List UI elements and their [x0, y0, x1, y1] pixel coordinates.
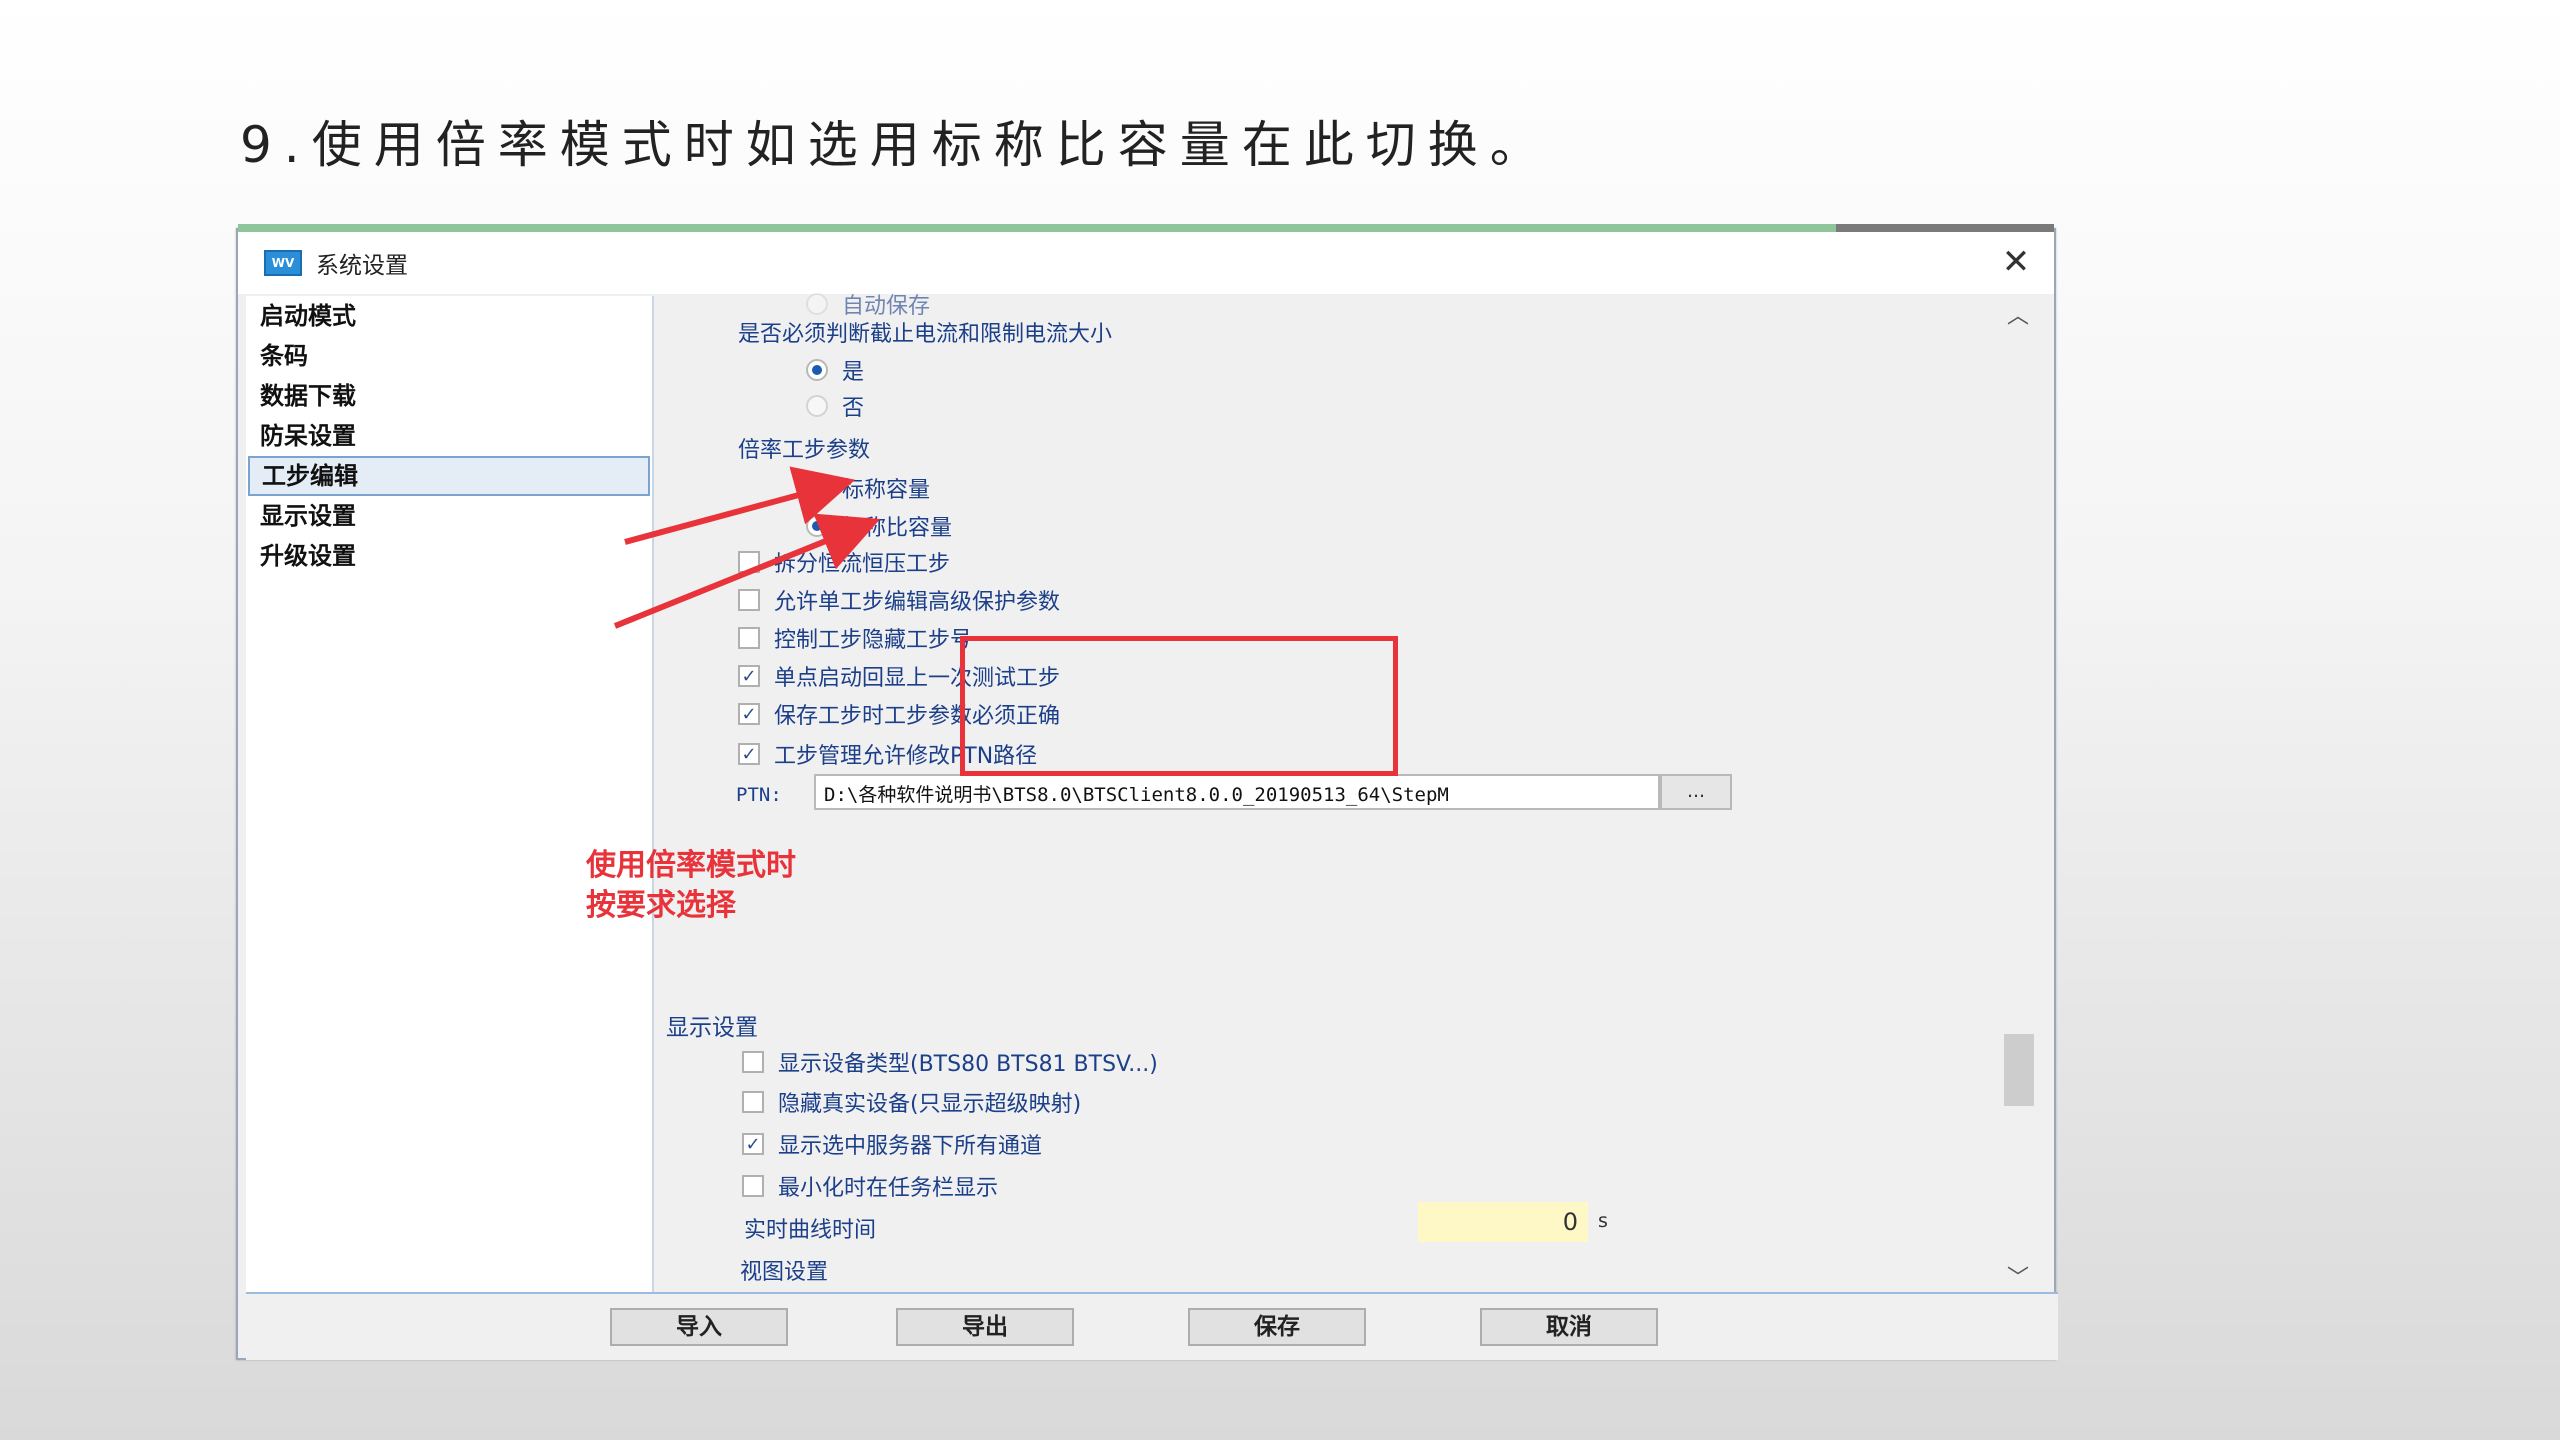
auto-save-radio[interactable]	[806, 293, 828, 315]
content-scrollbar[interactable]: ︿ ﹀	[2000, 296, 2036, 1292]
checkbox-box[interactable]	[738, 551, 760, 573]
window-title: 系统设置	[316, 253, 408, 279]
checkbox-box[interactable]: ✓	[738, 743, 760, 765]
checkbox-box[interactable]: ✓	[738, 665, 760, 687]
checkbox-label: 控制工步隐藏工步号	[774, 628, 973, 653]
save-button[interactable]: 保存	[1188, 1308, 1366, 1346]
rate-step-params-label: 倍率工步参数	[738, 438, 871, 463]
ptn-label: PTN:	[736, 784, 782, 806]
dialog-footer: 导入 导出 保存 取消	[246, 1292, 2058, 1360]
sidebar-item-data-download[interactable]: 数据下载	[248, 376, 650, 416]
cutoff-yes-label: 是	[842, 360, 865, 385]
nominal-capacity-option[interactable]: 标称容量	[806, 472, 930, 504]
close-icon[interactable]: ✕	[1996, 242, 2036, 282]
checkbox-box[interactable]	[742, 1091, 764, 1113]
checkbox-split-cc-cv[interactable]: 拆分恒流恒压工步	[738, 546, 950, 578]
import-button[interactable]: 导入	[610, 1308, 788, 1346]
sidebar-item-barcode[interactable]: 条码	[248, 336, 650, 376]
checkbox-show-device-type[interactable]: 显示设备类型(BTS80 BTS81 BTSV...)	[742, 1046, 1158, 1078]
title-bar: WV 系统设置 ✕	[238, 232, 2054, 294]
red-annotation: 使用倍率模式时 按要求选择	[586, 846, 796, 926]
view-settings-label: 视图设置	[740, 1260, 829, 1285]
sidebar-item-upgrade[interactable]: 升级设置	[248, 536, 650, 576]
settings-content: 自动保存 是否必须判断截止电流和限制电流大小 是 否 倍率工步参数 标称容量 标…	[656, 293, 2036, 1292]
system-settings-window: WV 系统设置 ✕ 启动模式 条码 数据下载 防呆设置 工步编辑 显示设置 升级…	[236, 224, 2058, 1360]
sidebar-item-foolproof[interactable]: 防呆设置	[248, 416, 650, 456]
nominal-capacity-radio[interactable]	[806, 477, 828, 499]
cutoff-no-radio[interactable]	[806, 395, 828, 417]
cutoff-yes-radio[interactable]	[806, 359, 828, 381]
slide-title: 9.使用倍率模式时如选用标称比容量在此切换。	[240, 116, 1552, 174]
checkbox-hide-step-number[interactable]: 控制工步隐藏工步号	[738, 622, 972, 654]
app-icon: WV	[264, 250, 302, 276]
checkbox-box[interactable]	[738, 589, 760, 611]
annotation-line-2: 按要求选择	[586, 888, 736, 923]
cancel-button[interactable]: 取消	[1480, 1308, 1658, 1346]
nominal-capacity-label: 标称容量	[842, 478, 931, 503]
nominal-specific-capacity-option[interactable]: 标称比容量	[806, 510, 952, 542]
checkbox-taskbar-on-minimize[interactable]: 最小化时在任务栏显示	[742, 1170, 998, 1202]
checkbox-box[interactable]: ✓	[742, 1133, 764, 1155]
cutoff-no-option[interactable]: 否	[806, 390, 864, 422]
nominal-specific-capacity-label: 标称比容量	[842, 516, 953, 541]
nominal-specific-capacity-radio[interactable]	[806, 515, 828, 537]
realtime-curve-unit: s	[1598, 1210, 1608, 1232]
checkbox-hide-real-device[interactable]: 隐藏真实设备(只显示超级映射)	[742, 1086, 1081, 1118]
cutoff-no-label: 否	[842, 396, 865, 421]
checkbox-label: 显示设备类型(BTS80 BTS81 BTSV...)	[778, 1052, 1158, 1077]
checkbox-label: 拆分恒流恒压工步	[774, 552, 951, 577]
checkbox-advanced-protection[interactable]: 允许单工步编辑高级保护参数	[738, 584, 1060, 616]
sidebar-item-display[interactable]: 显示设置	[248, 496, 650, 536]
scroll-thumb[interactable]	[2004, 1034, 2034, 1106]
sidebar-item-step-edit[interactable]: 工步编辑	[248, 456, 650, 496]
realtime-curve-label: 实时曲线时间	[744, 1218, 877, 1243]
realtime-curve-input[interactable]: 0	[1418, 1202, 1588, 1242]
cutoff-question: 是否必须判断截止电流和限制电流大小	[738, 322, 1113, 347]
checkbox-label: 最小化时在任务栏显示	[778, 1176, 999, 1201]
checkbox-box[interactable]	[738, 627, 760, 649]
checkbox-label: 显示选中服务器下所有通道	[778, 1134, 1043, 1159]
window-top-strip	[238, 224, 2054, 232]
checkbox-box[interactable]	[742, 1051, 764, 1073]
export-button[interactable]: 导出	[896, 1308, 1074, 1346]
scroll-up-icon[interactable]: ︿	[2000, 298, 2036, 329]
display-section-title: 显示设置	[666, 1015, 758, 1041]
checkbox-box[interactable]	[742, 1175, 764, 1197]
highlight-box	[960, 636, 1398, 776]
cutoff-yes-option[interactable]: 是	[806, 354, 864, 386]
scroll-down-icon[interactable]: ﹀	[2000, 1260, 2036, 1291]
ptn-path-input[interactable]: D:\各种软件说明书\BTS8.0\BTSClient8.0.0_2019051…	[814, 774, 1660, 810]
annotation-line-1: 使用倍率模式时	[586, 848, 796, 883]
sidebar-item-startup-mode[interactable]: 启动模式	[248, 296, 650, 336]
ptn-browse-button[interactable]: ...	[1660, 774, 1732, 810]
settings-sidebar: 启动模式 条码 数据下载 防呆设置 工步编辑 显示设置 升级设置	[246, 296, 654, 1292]
checkbox-label: 允许单工步编辑高级保护参数	[774, 590, 1061, 615]
checkbox-box[interactable]: ✓	[738, 703, 760, 725]
checkbox-show-all-channels[interactable]: ✓ 显示选中服务器下所有通道	[742, 1128, 1042, 1160]
checkbox-label: 隐藏真实设备(只显示超级映射)	[778, 1092, 1082, 1117]
